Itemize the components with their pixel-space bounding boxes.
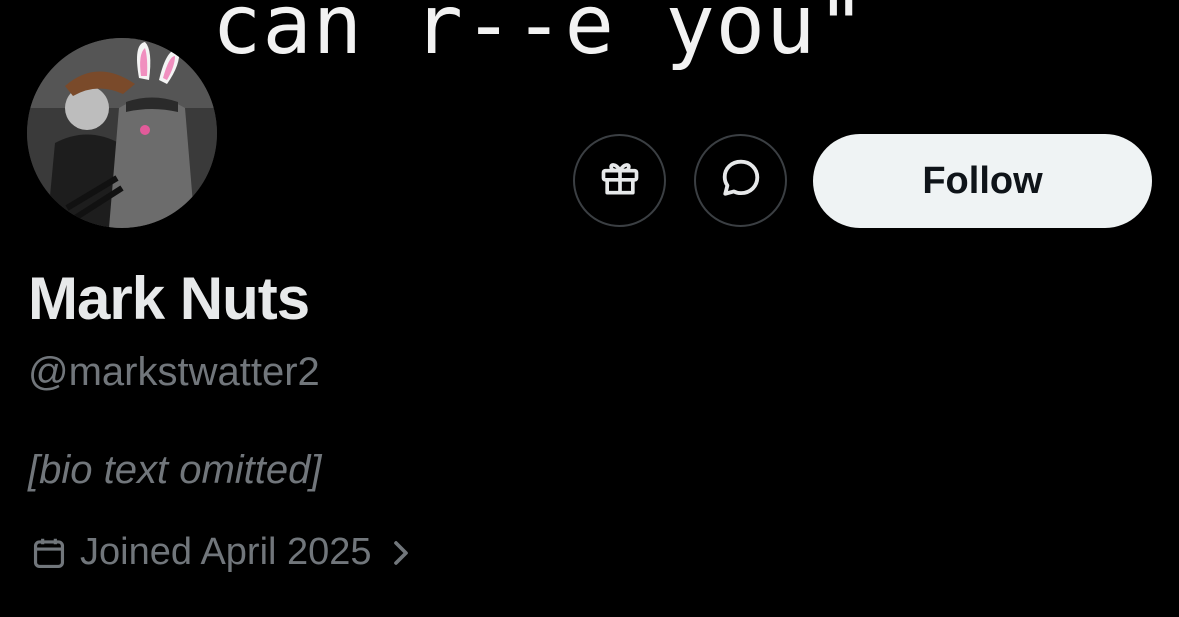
gift-button[interactable]: [573, 134, 666, 227]
profile-bio: [bio text omitted]: [28, 448, 321, 493]
avatar-image: [27, 38, 217, 228]
message-button[interactable]: [694, 134, 787, 227]
profile-handle: @markstwatter2: [28, 350, 320, 394]
joined-date[interactable]: Joined April 2025: [30, 531, 412, 574]
bio-placeholder: [bio text omitted]: [28, 448, 322, 492]
avatar[interactable]: [27, 38, 217, 228]
banner-text: can r--e you": [212, 0, 867, 73]
joined-label: Joined April 2025: [80, 531, 372, 573]
calendar-icon: [30, 534, 68, 572]
display-name: Mark Nuts: [28, 265, 310, 332]
chevron-right-icon: [390, 538, 412, 568]
gift-icon: [598, 156, 642, 205]
follow-button[interactable]: Follow: [813, 134, 1152, 228]
message-icon: [718, 155, 764, 206]
